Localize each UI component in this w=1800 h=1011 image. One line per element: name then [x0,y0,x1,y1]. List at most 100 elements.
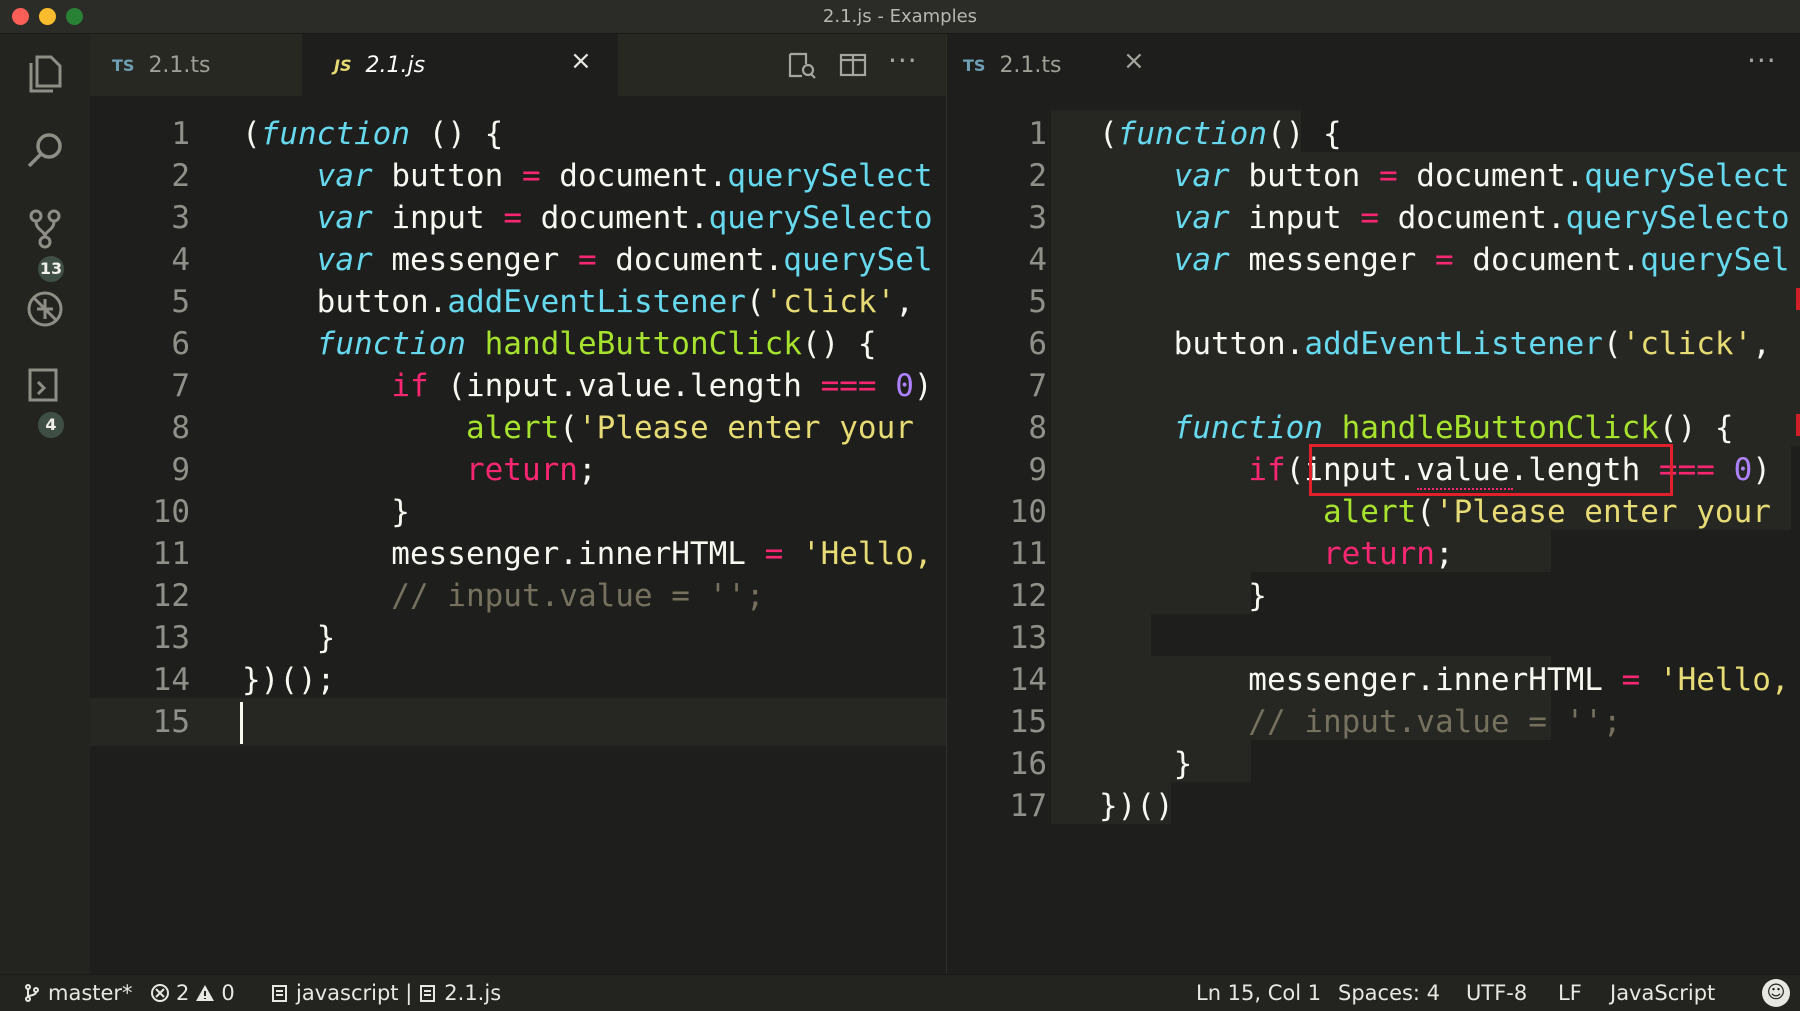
code-token: document. [1397,158,1585,194]
code-token: // input.value = ''; [242,578,765,614]
line-number: 6 [1028,326,1047,362]
code-token: function [260,116,410,152]
tab-label: 2.1.ts [999,52,1062,78]
debug-icon[interactable] [20,284,70,334]
code-token: return [465,452,578,488]
code-token: () { [409,116,504,152]
code-text: alert('Please enter your [242,404,914,452]
split-editor-icon[interactable] [836,48,870,82]
search-icon[interactable] [20,126,70,176]
code-token: })(); [242,662,336,698]
code-token: messenger [1229,242,1435,278]
error-count: 2 [176,981,190,1005]
cursor-position[interactable]: Ln 15, Col 1 [1196,981,1321,1005]
code-token: function [1117,116,1267,152]
source-control-icon[interactable] [20,204,70,254]
code-token: (input.value.length [428,368,821,404]
line-number: 9 [171,452,190,488]
language-mode[interactable]: JavaScript [1610,981,1715,1005]
line-number: 13 [152,620,190,656]
code-token: var [1173,242,1230,278]
feedback-smiley-icon[interactable]: ☺ [1762,979,1790,1007]
line-number: 11 [152,536,190,572]
code-text: messenger.innerHTML = 'Hello, [242,530,932,578]
javascript-icon: JS [334,55,352,75]
files-icon[interactable] [20,48,70,98]
line-number: 2 [171,158,190,194]
code-token: = [1378,158,1398,194]
line-number: 1 [1028,116,1047,152]
code-token: document. [1378,200,1566,236]
more-actions-icon[interactable]: ··· [1747,44,1777,77]
code-line: 11 return; [947,530,1800,578]
indentation[interactable]: Spaces: 4 [1338,981,1440,1005]
right-code-editor[interactable]: 1 (function() {2 var button = document.qu… [947,96,1800,974]
error-squiggle [1417,486,1513,490]
extensions-icon[interactable] [20,360,70,410]
code-line: 5 [947,278,1800,326]
code-token: ( [242,116,261,152]
line-number: 11 [1009,536,1047,572]
code-token: } [242,494,410,530]
activity-bar: 13 4 [0,34,90,974]
code-token: var [316,158,373,194]
code-line: 13 } [90,614,946,662]
line-number: 3 [1028,200,1047,236]
code-text: })(); [242,656,335,704]
line-number: 2 [1028,158,1047,194]
tab-2-1-ts[interactable]: TS 2.1.ts [90,34,302,96]
overview-ruler-error-marker [1796,288,1800,310]
code-line: 7 [947,362,1800,410]
code-token: ; [1434,536,1454,572]
tab-label: 2.1.js [365,52,426,78]
code-text: var messenger = document.querySel [242,236,933,284]
code-token: ( [1602,326,1622,362]
code-text: } [242,614,336,662]
code-token: addEventListener [447,284,746,320]
context-indicator[interactable]: javascript | 2.1.js [270,981,501,1005]
code-line: 4 var messenger = document.querySel [947,236,1800,284]
code-token: alert [465,410,560,446]
close-icon[interactable]: × [570,46,592,76]
git-branch[interactable]: master* [22,981,133,1005]
line-number: 8 [1028,410,1047,446]
line-number: 15 [1009,704,1047,740]
code-text: } [1099,572,1267,620]
more-actions-icon[interactable]: ··· [888,44,918,77]
tab-2-1-js[interactable]: JS 2.1.js × [302,34,618,96]
code-line: 5 button.addEventListener('click', [90,278,946,326]
line-number: 12 [1009,578,1047,614]
open-preview-icon[interactable] [784,48,818,82]
code-text: button.addEventListener('click', [1099,320,1771,368]
encoding[interactable]: UTF-8 [1466,981,1527,1005]
code-token: var [1173,200,1230,236]
code-text: return; [1099,530,1454,578]
close-icon[interactable]: × [1123,46,1145,76]
line-number: 7 [171,368,190,404]
code-token: var [316,200,373,236]
line-ending[interactable]: LF [1558,981,1582,1005]
code-text: var messenger = document.querySel [1099,236,1790,284]
branch-icon [25,984,39,1002]
problems-indicator[interactable]: 2 0 [150,981,235,1005]
code-token: button. [1099,326,1305,362]
left-tab-bar: TS 2.1.ts JS 2.1.js × ··· [90,34,946,96]
tab-2-1-ts-right[interactable]: TS 2.1.ts [947,34,1147,96]
code-token: alert [1322,494,1417,530]
code-line: 10 } [90,488,946,536]
code-text: messenger.innerHTML = 'Hello, [1099,656,1789,704]
code-text: var input = document.querySelecto [1099,194,1790,242]
code-token: = [1434,242,1454,278]
line-number: 10 [152,494,190,530]
code-line: 6 function handleButtonClick() { [90,320,946,368]
left-code-editor[interactable]: 1 (function () {2 var button = document.q… [90,96,946,974]
code-token: if [391,368,429,404]
code-text: })() [1099,782,1174,830]
line-number: 13 [1009,620,1047,656]
